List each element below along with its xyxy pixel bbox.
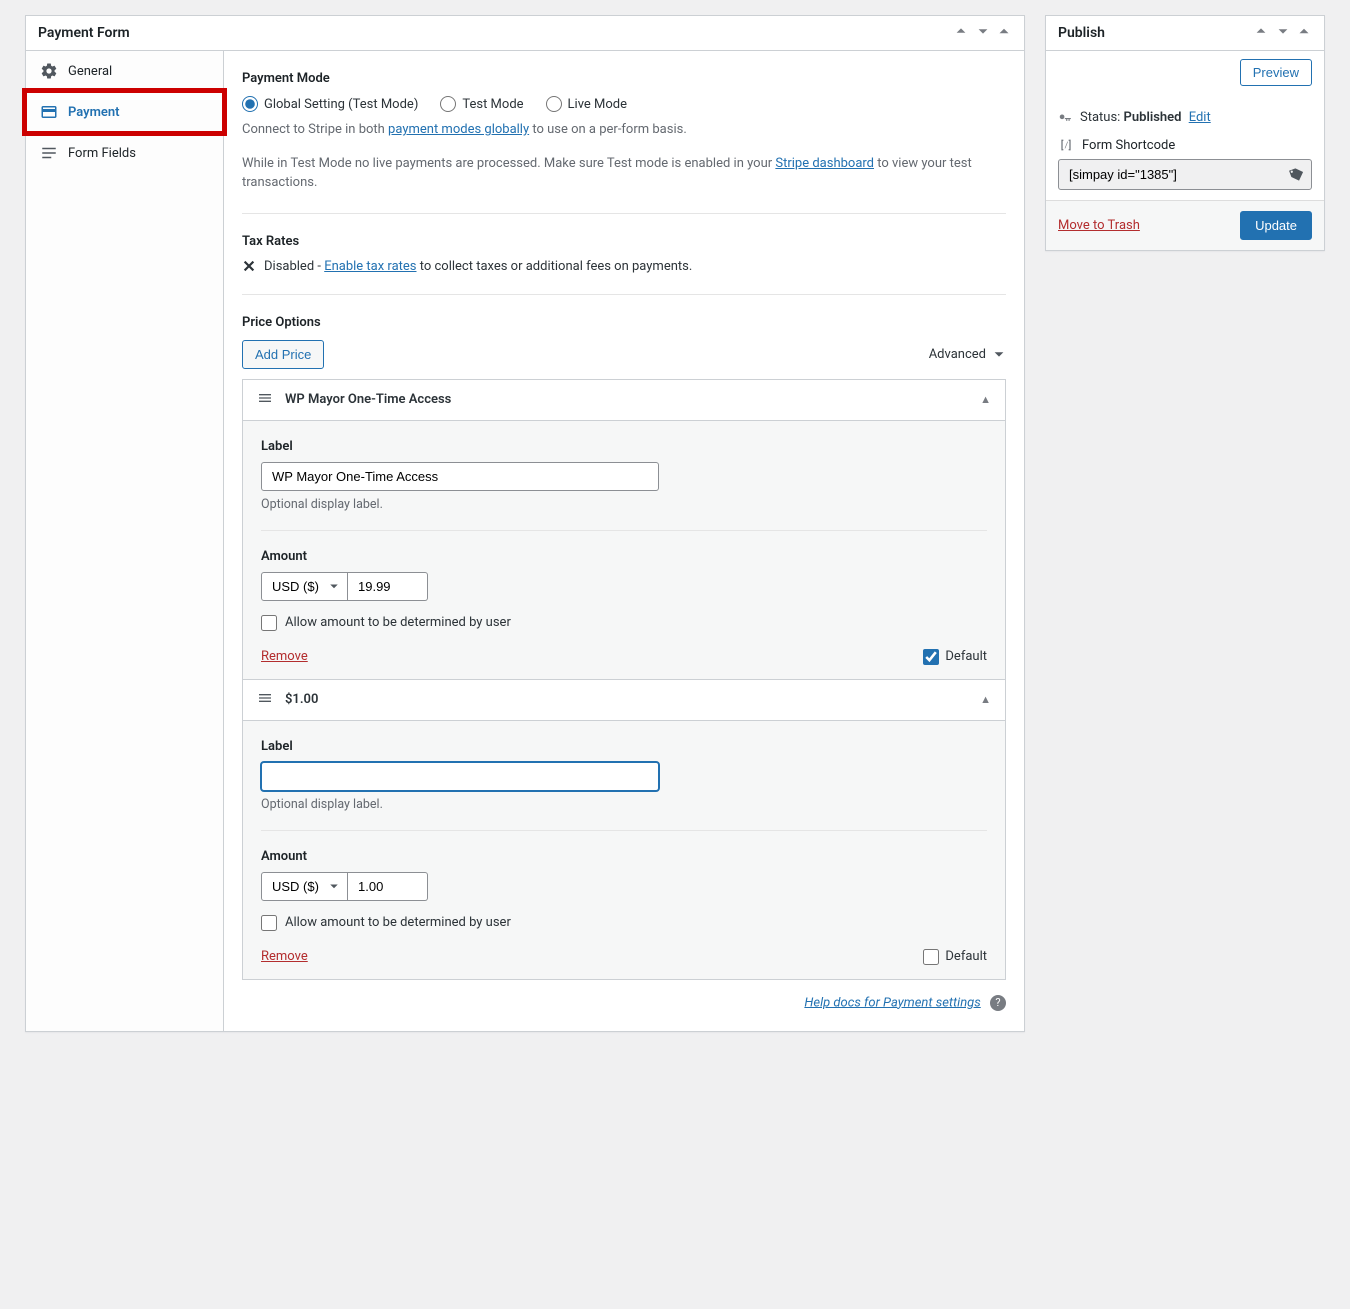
update-button[interactable]: Update [1240,211,1312,240]
tab-payment[interactable]: Payment [26,92,223,133]
payment-mode-help2: While in Test Mode no live payments are … [242,154,1006,193]
payment-mode-help1: Connect to Stripe in both payment modes … [242,120,1006,140]
tab-form-fields-label: Form Fields [68,146,136,161]
drag-handle-icon[interactable] [257,690,273,710]
help-text: While in Test Mode no live payments are … [242,156,775,171]
panel-move-down-icon[interactable] [974,24,992,42]
tax-post-text: to collect taxes or additional fees on p… [417,259,693,274]
tax-disabled-text: Disabled - [264,259,324,274]
amount-heading: Amount [261,849,987,864]
panel-collapse-icon[interactable] [1296,25,1312,41]
tax-heading: Tax Rates [242,234,1006,249]
radio-test[interactable]: Test Mode [440,96,523,112]
collapse-icon[interactable]: ▲ [980,393,991,406]
gear-icon [40,62,58,80]
label-heading: Label [261,739,987,754]
price-item: $1.00 ▲ Label Optional display label. Am… [242,679,1006,980]
radio-global[interactable]: Global Setting (Test Mode) [242,96,418,112]
price-item-header[interactable]: WP Mayor One-Time Access ▲ [243,380,1005,420]
shortcode-label: Form Shortcode [1082,138,1175,153]
radio-live-input[interactable] [546,96,562,112]
currency-select[interactable]: USD ($) [261,872,348,901]
preview-button[interactable]: Preview [1240,59,1312,86]
shortcode-icon [1058,137,1074,153]
help-text: to use on a per-form basis. [529,122,687,137]
allow-user-amount-row[interactable]: Allow amount to be determined by user [261,615,987,631]
label-hint: Optional display label. [261,797,987,812]
label-heading: Label [261,439,987,454]
panel-reorder-controls [952,24,1012,42]
status-label: Status: [1080,110,1124,125]
tax-status-row: Disabled - Enable tax rates to collect t… [242,259,1006,274]
status-value: Published [1124,110,1182,125]
price-label-input[interactable] [261,462,659,491]
panel-move-up-icon[interactable] [1252,24,1270,42]
price-item-header[interactable]: $1.00 ▲ [243,680,1005,720]
key-icon [1058,111,1072,125]
drag-handle-icon[interactable] [257,390,273,410]
allow-user-amount-label: Allow amount to be determined by user [285,915,511,930]
tab-general[interactable]: General [26,51,223,92]
tab-form-fields[interactable]: Form Fields [26,133,223,173]
panel-collapse-icon[interactable] [996,25,1012,41]
price-item-title: $1.00 [285,692,968,707]
radio-live-label: Live Mode [568,97,627,112]
radio-global-label: Global Setting (Test Mode) [264,97,418,112]
label-hint: Optional display label. [261,497,987,512]
radio-global-input[interactable] [242,96,258,112]
advanced-toggle[interactable]: Advanced [929,347,1006,362]
allow-user-amount-row[interactable]: Allow amount to be determined by user [261,915,987,931]
tab-general-label: General [68,64,112,79]
price-item: WP Mayor One-Time Access ▲ Label Optiona… [242,379,1006,680]
publish-title: Publish [1058,25,1105,41]
stripe-dashboard-link[interactable]: Stripe dashboard [775,156,874,171]
currency-select[interactable]: USD ($) [261,572,348,601]
chevron-down-icon [992,347,1006,361]
move-to-trash-link[interactable]: Move to Trash [1058,218,1140,233]
default-label: Default [945,949,987,964]
x-icon [242,259,256,273]
price-label-input[interactable] [261,762,659,791]
advanced-label: Advanced [929,347,986,362]
panel-reorder-controls [1252,24,1312,42]
shortcode-input[interactable] [1058,159,1312,190]
amount-input[interactable] [348,572,428,601]
allow-user-amount-checkbox[interactable] [261,615,277,631]
panel-move-up-icon[interactable] [952,24,970,42]
form-icon [40,144,58,162]
allow-user-amount-checkbox[interactable] [261,915,277,931]
default-row[interactable]: Default [923,949,987,965]
page-title: Payment Form [38,25,130,41]
panel-move-down-icon[interactable] [1274,24,1292,42]
add-price-button[interactable]: Add Price [242,340,324,369]
tab-payment-label: Payment [68,105,120,120]
radio-test-input[interactable] [440,96,456,112]
allow-user-amount-label: Allow amount to be determined by user [285,615,511,630]
default-label: Default [945,649,987,664]
default-checkbox[interactable] [923,949,939,965]
help-docs-link[interactable]: Help docs for Payment settings [804,995,980,1010]
remove-price-link[interactable]: Remove [261,649,308,664]
settings-tabs: General Payment Form Fields [26,51,224,1031]
edit-status-link[interactable]: Edit [1189,110,1211,125]
default-checkbox[interactable] [923,649,939,665]
payment-modes-link[interactable]: payment modes globally [388,122,529,137]
price-heading: Price Options [242,315,1006,330]
default-row[interactable]: Default [923,649,987,665]
radio-test-label: Test Mode [462,97,523,112]
help-icon[interactable]: ? [990,995,1006,1011]
enable-tax-link[interactable]: Enable tax rates [324,259,416,274]
status-row: Status: Published Edit [1080,110,1211,125]
card-icon [40,103,58,121]
collapse-icon[interactable]: ▲ [980,693,991,706]
help-text: Connect to Stripe in both [242,122,388,137]
price-item-title: WP Mayor One-Time Access [285,392,968,407]
amount-input[interactable] [348,872,428,901]
remove-price-link[interactable]: Remove [261,949,308,964]
radio-live[interactable]: Live Mode [546,96,627,112]
payment-mode-heading: Payment Mode [242,71,1006,86]
amount-heading: Amount [261,549,987,564]
